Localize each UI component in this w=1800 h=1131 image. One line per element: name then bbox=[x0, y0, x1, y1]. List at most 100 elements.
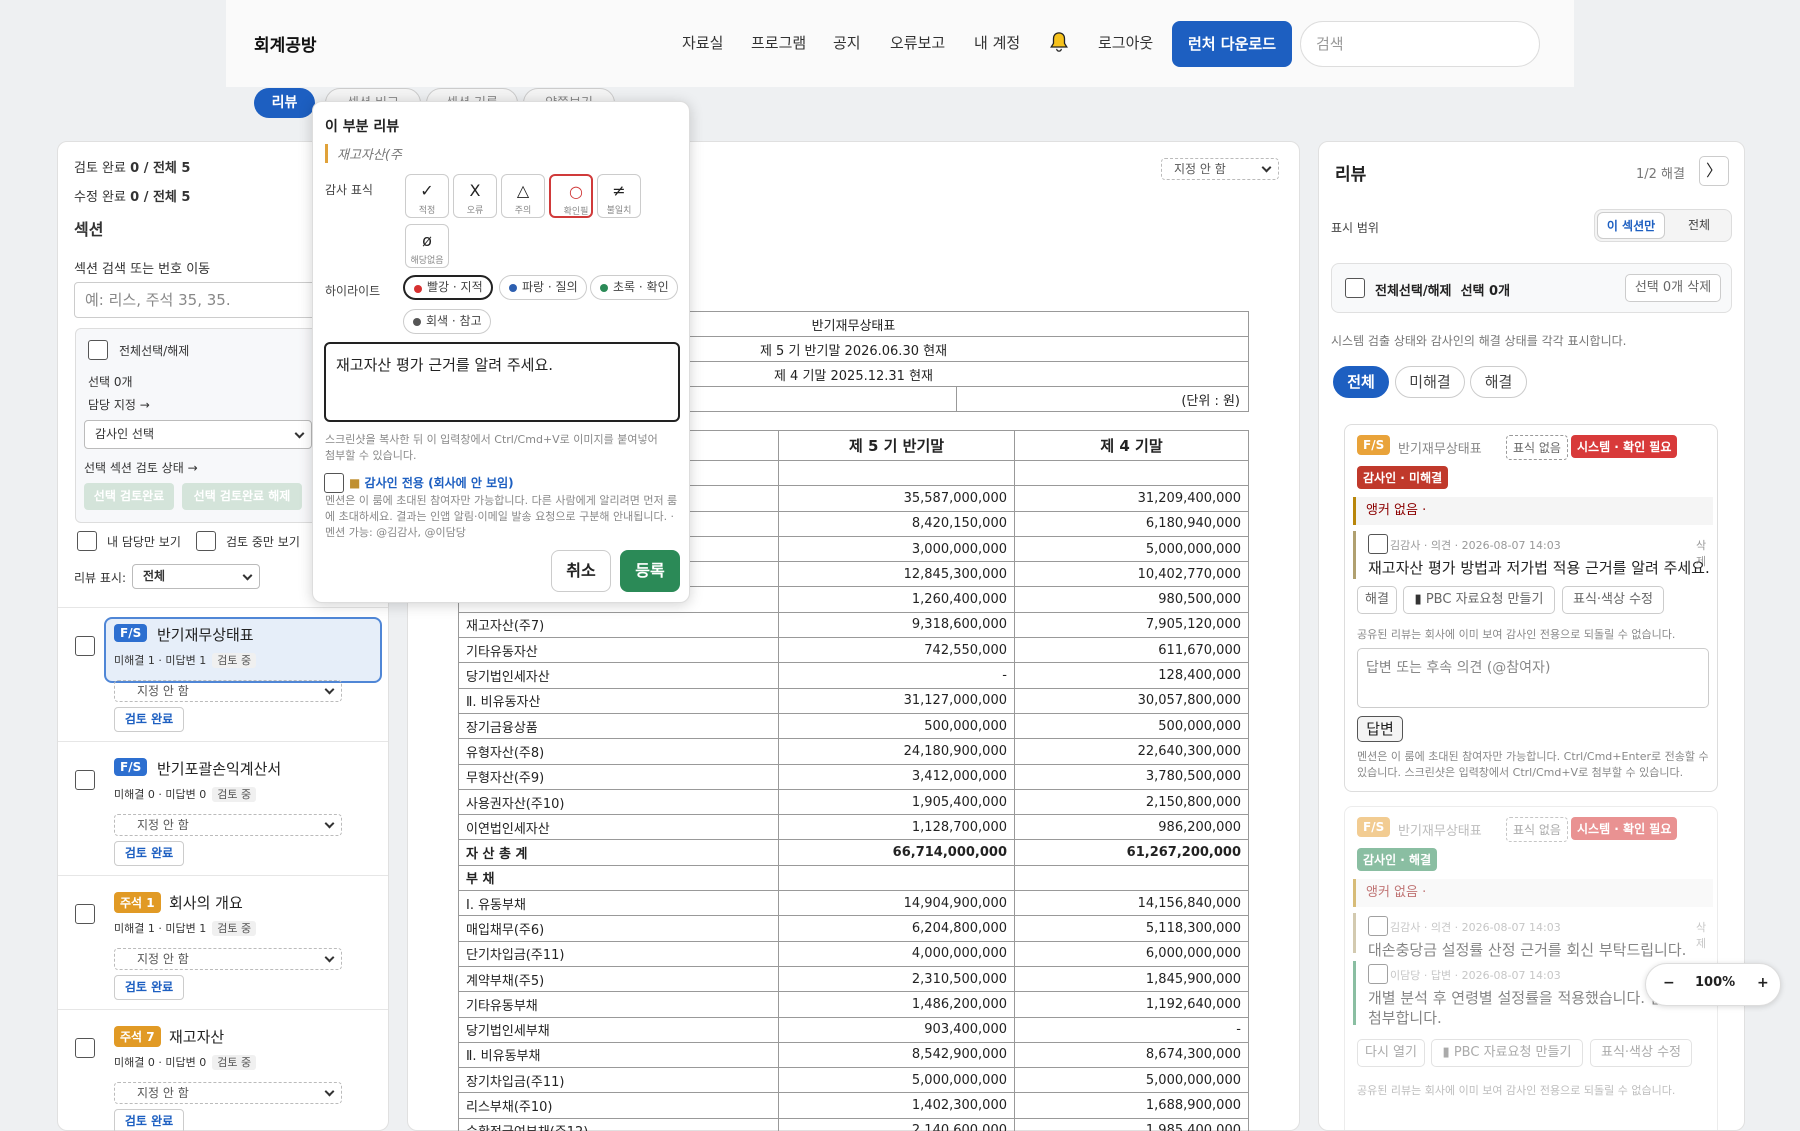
anchor-info: 앵커 없음 · bbox=[1353, 497, 1713, 525]
nav-link-programs[interactable]: 프로그램 bbox=[751, 32, 806, 53]
comment: 김감사 · 의견 · 2026-08-07 14:03 삭제 재고자산 평가 방… bbox=[1353, 531, 1713, 579]
pin-icon: ▮ bbox=[1442, 1045, 1450, 1060]
section-assign-select[interactable]: 지정 안 함 bbox=[114, 948, 342, 970]
search-input[interactable]: 검색 bbox=[1300, 21, 1540, 67]
section-type-badge: 주석 1 bbox=[114, 892, 161, 913]
nav-link-account[interactable]: 내 계정 bbox=[974, 32, 1020, 53]
lock-icon: ■ bbox=[349, 476, 361, 490]
current-amount-cell: 1,128,700,000 bbox=[778, 814, 1015, 841]
zoom-in-button[interactable]: + bbox=[1757, 975, 1769, 991]
mark-error-button[interactable]: X 오류 bbox=[453, 174, 497, 218]
mark-done-button[interactable]: 검토 완료 bbox=[114, 707, 184, 732]
resolve-button[interactable]: 해결 bbox=[1357, 586, 1397, 614]
highlight-gray[interactable]: 회색 · 참고 bbox=[403, 309, 491, 334]
auditor-select[interactable]: 감사인 선택 bbox=[84, 420, 312, 449]
current-amount-cell: 3,000,000,000 bbox=[778, 535, 1015, 563]
section-assign-select[interactable]: 지정 안 함 bbox=[114, 814, 342, 836]
edit-mark-button[interactable]: 표식·색상 수정 bbox=[1562, 586, 1664, 614]
scope-this-section[interactable]: 이 섹션만 bbox=[1597, 212, 1665, 239]
nav-link-notice[interactable]: 공지 bbox=[833, 32, 861, 53]
current-amount-cell bbox=[778, 459, 1015, 487]
only-mine-checkbox[interactable] bbox=[77, 531, 97, 551]
section-item[interactable]: 주석 7 재고자산 미해결 0 · 미답변 0 검토 중 지정 안 함 검토 완료 bbox=[58, 1009, 388, 1131]
prior-amount-cell: 980,500,000 bbox=[1014, 586, 1249, 613]
filter-all[interactable]: 전체 bbox=[1333, 366, 1389, 398]
reopen-button[interactable]: 다시 열기 bbox=[1357, 1039, 1425, 1067]
comment-checkbox[interactable] bbox=[1368, 534, 1388, 554]
submit-button[interactable]: 등록 bbox=[620, 550, 680, 592]
assign-label: 담당 지정 → bbox=[88, 398, 150, 412]
edit-mark-button[interactable]: 표식·색상 수정 bbox=[1590, 1039, 1692, 1067]
mark-caution-button[interactable]: △ 주의 bbox=[501, 174, 545, 218]
section-title[interactable]: 반기재무상태표 bbox=[157, 624, 254, 645]
section-meta: 미해결 0 · 미답변 0 검토 중 bbox=[114, 786, 257, 802]
account-cell: 기타유동부채 bbox=[458, 991, 779, 1018]
mark-done-button[interactable]: 검토 완료 bbox=[114, 1109, 184, 1131]
current-amount-cell: 8,420,150,000 bbox=[778, 510, 1015, 537]
tab-review[interactable]: 리뷰 bbox=[254, 88, 315, 118]
cancel-button[interactable]: 취소 bbox=[551, 550, 611, 592]
pbc-request-button[interactable]: ▮ PBC 자료요청 만들기 bbox=[1431, 1039, 1583, 1067]
zoom-out-button[interactable]: − bbox=[1663, 975, 1675, 991]
reply-button[interactable]: 답변 bbox=[1357, 716, 1403, 742]
mark-ok-button[interactable]: ✓ 적정 bbox=[405, 174, 449, 218]
section-checkbox[interactable] bbox=[75, 1038, 95, 1058]
review-display-select[interactable]: 전체 bbox=[132, 564, 260, 589]
highlight-green[interactable]: 초록 · 확인 bbox=[590, 275, 678, 300]
document-assign-select[interactable]: 지정 안 함 bbox=[1161, 158, 1279, 180]
section-item[interactable]: F/S 반기재무상태표 미해결 1 · 미답변 1 검토 중 지정 안 함 검토 … bbox=[58, 607, 388, 741]
prior-amount-cell: 1,192,640,000 bbox=[1014, 991, 1249, 1018]
comment-header: 김감사 · 의견 · 2026-08-07 14:03 bbox=[1390, 921, 1561, 934]
current-amount-cell: 8,542,900,000 bbox=[778, 1041, 1015, 1069]
in-progress-checkbox[interactable] bbox=[196, 531, 216, 551]
nav-link-bug-report[interactable]: 오류보고 bbox=[890, 32, 945, 53]
comment-checkbox[interactable] bbox=[1368, 916, 1388, 936]
filter-resolved[interactable]: 해결 bbox=[1470, 366, 1527, 398]
section-title[interactable]: 회사의 개요 bbox=[169, 892, 243, 913]
delete-comment-link[interactable]: 삭제 bbox=[1696, 919, 1713, 951]
reply-textarea[interactable]: 답변 또는 후속 의견 (@참여자) bbox=[1357, 648, 1709, 708]
col-current: 제 5 기 반기말 bbox=[778, 430, 1015, 461]
highlight-blue[interactable]: 파랑 · 질의 bbox=[499, 275, 587, 300]
section-checkbox[interactable] bbox=[75, 904, 95, 924]
mark-done-button[interactable]: 검토 완료 bbox=[114, 841, 184, 866]
section-item[interactable]: F/S 반기포괄손익계산서 미해결 0 · 미답변 0 검토 중 지정 안 함 검… bbox=[58, 741, 388, 875]
brand-logo[interactable]: 회계공방 bbox=[254, 31, 317, 56]
section-assign-select[interactable]: 지정 안 함 bbox=[114, 680, 342, 702]
review-select-all-label: 전체선택/해제 선택 0개 bbox=[1375, 280, 1510, 299]
mark-verify-button[interactable]: ○ 확인필 bbox=[549, 174, 593, 218]
filter-unresolved[interactable]: 미해결 bbox=[1395, 366, 1465, 398]
assign-value: 지정 안 함 bbox=[137, 818, 189, 832]
scope-all[interactable]: 전체 bbox=[1670, 212, 1728, 239]
logout-link[interactable]: 로그아웃 bbox=[1098, 32, 1153, 53]
nav-link-library[interactable]: 자료실 bbox=[682, 32, 723, 53]
comment-checkbox[interactable] bbox=[1368, 964, 1388, 984]
bulk-mark-done-button[interactable]: 선택 검토완료 bbox=[84, 483, 174, 510]
review-textarea[interactable]: 재고자산 평가 근거를 알려 주세요. bbox=[324, 342, 680, 422]
current-amount-cell bbox=[778, 864, 1015, 892]
review-select-all-checkbox[interactable] bbox=[1345, 278, 1365, 298]
mark-done-button[interactable]: 검토 완료 bbox=[114, 975, 184, 1000]
select-all-checkbox[interactable] bbox=[88, 340, 108, 360]
delete-selected-button[interactable]: 선택 0개 삭제 bbox=[1625, 274, 1721, 302]
private-checkbox[interactable] bbox=[324, 473, 344, 493]
table-row: 당기법인세부채 903,400,000- bbox=[458, 1016, 1249, 1043]
col-prior: 제 4 기말 bbox=[1014, 430, 1249, 461]
section-checkbox[interactable] bbox=[75, 636, 95, 656]
pbc-request-button[interactable]: ▮ PBC 자료요청 만들기 bbox=[1403, 586, 1555, 614]
table-row: 단기차입금(주11) 4,000,000,000 6,000,000,000 bbox=[458, 940, 1249, 967]
mark-mismatch-button[interactable]: ≠ 불일치 bbox=[597, 174, 641, 218]
section-title[interactable]: 반기포괄손익계산서 bbox=[157, 758, 281, 779]
section-item[interactable]: 주석 1 회사의 개요 미해결 1 · 미답변 1 검토 중 지정 안 함 검토 … bbox=[58, 875, 388, 1009]
bulk-undo-done-button[interactable]: 선택 검토완료 해제 bbox=[182, 483, 302, 510]
highlight-red[interactable]: 빨강 · 지적 bbox=[403, 275, 493, 300]
section-heading: 섹션 bbox=[74, 220, 104, 239]
account-cell: 순확정급여부채(주12) bbox=[458, 1117, 779, 1131]
section-checkbox[interactable] bbox=[75, 770, 95, 790]
section-title[interactable]: 재고자산 bbox=[169, 1026, 224, 1047]
bell-icon[interactable] bbox=[1048, 31, 1070, 53]
launcher-download-button[interactable]: 런처 다운로드 bbox=[1172, 21, 1292, 67]
next-chevron-icon[interactable]: 〉 bbox=[1699, 156, 1729, 186]
mark-na-button[interactable]: ø 해당없음 bbox=[405, 224, 449, 268]
section-assign-select[interactable]: 지정 안 함 bbox=[114, 1082, 342, 1104]
